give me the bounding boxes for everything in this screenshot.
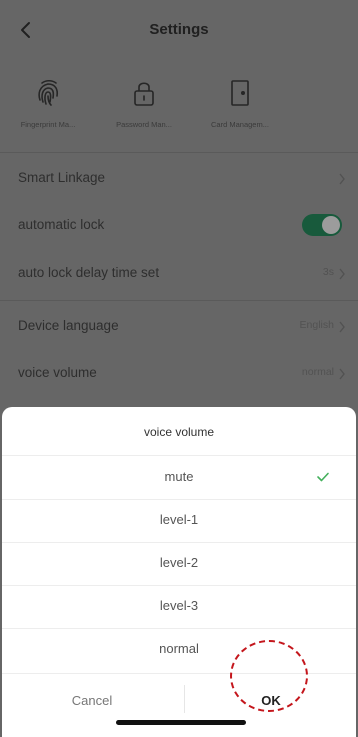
automatic-lock-toggle[interactable] — [302, 214, 342, 236]
option-label: level-1 — [159, 512, 199, 527]
option-label: normal — [159, 641, 199, 656]
sheet-title: voice volume — [143, 425, 215, 439]
tile-password[interactable]: Password Man... — [96, 72, 192, 140]
fingerprint-icon — [38, 79, 59, 106]
divider — [0, 300, 358, 301]
divider — [0, 152, 358, 153]
row-value: 3s — [322, 266, 334, 278]
row-value: normal — [301, 366, 334, 378]
row-label: voice volume — [18, 365, 97, 380]
toggle-knob — [322, 216, 340, 234]
management-tiles: Fingerprint Ma... Password Man... Card M… — [0, 72, 290, 140]
chevron-right-icon — [338, 267, 346, 285]
row-voice-volume[interactable]: voice volume normal — [0, 350, 358, 398]
tile-label: Password Man... — [116, 120, 172, 129]
option-level-3[interactable]: level-3 — [2, 586, 356, 628]
row-auto-lock-delay[interactable]: auto lock delay time set 3s — [0, 250, 358, 298]
tile-fingerprint[interactable]: Fingerprint Ma... — [0, 72, 96, 140]
page-title: Settings — [149, 21, 209, 38]
chevron-right-icon — [338, 320, 346, 338]
tile-label: Card Managem... — [211, 120, 269, 129]
divider — [2, 455, 356, 456]
row-value: English — [299, 319, 334, 331]
option-label: level-3 — [159, 598, 199, 613]
row-automatic-lock: automatic lock — [0, 202, 358, 250]
home-indicator — [116, 720, 246, 725]
lock-icon — [134, 82, 154, 106]
option-level-2[interactable]: level-2 — [2, 543, 356, 585]
cancel-button[interactable]: Cancel — [2, 681, 182, 721]
row-smart-linkage[interactable]: Smart Linkage — [0, 155, 358, 203]
row-label: automatic lock — [18, 217, 105, 232]
option-label: mute — [164, 469, 194, 484]
tile-card[interactable]: Card Managem... — [192, 72, 288, 140]
chevron-right-icon — [338, 172, 346, 190]
row-label: Device language — [18, 318, 119, 333]
chevron-right-icon — [338, 367, 346, 385]
button-separator — [184, 685, 185, 713]
option-label: level-2 — [159, 555, 199, 570]
tile-label: Fingerprint Ma... — [20, 120, 76, 129]
option-level-1[interactable]: level-1 — [2, 500, 356, 542]
row-label: Smart Linkage — [18, 170, 106, 185]
checkmark-icon — [316, 470, 330, 488]
row-device-language[interactable]: Device language English — [0, 303, 358, 351]
nav-bar: Settings — [0, 0, 358, 62]
highlight-circle — [230, 640, 308, 712]
option-mute[interactable]: mute — [2, 457, 356, 499]
door-icon — [231, 80, 249, 106]
row-label: auto lock delay time set — [18, 265, 160, 280]
